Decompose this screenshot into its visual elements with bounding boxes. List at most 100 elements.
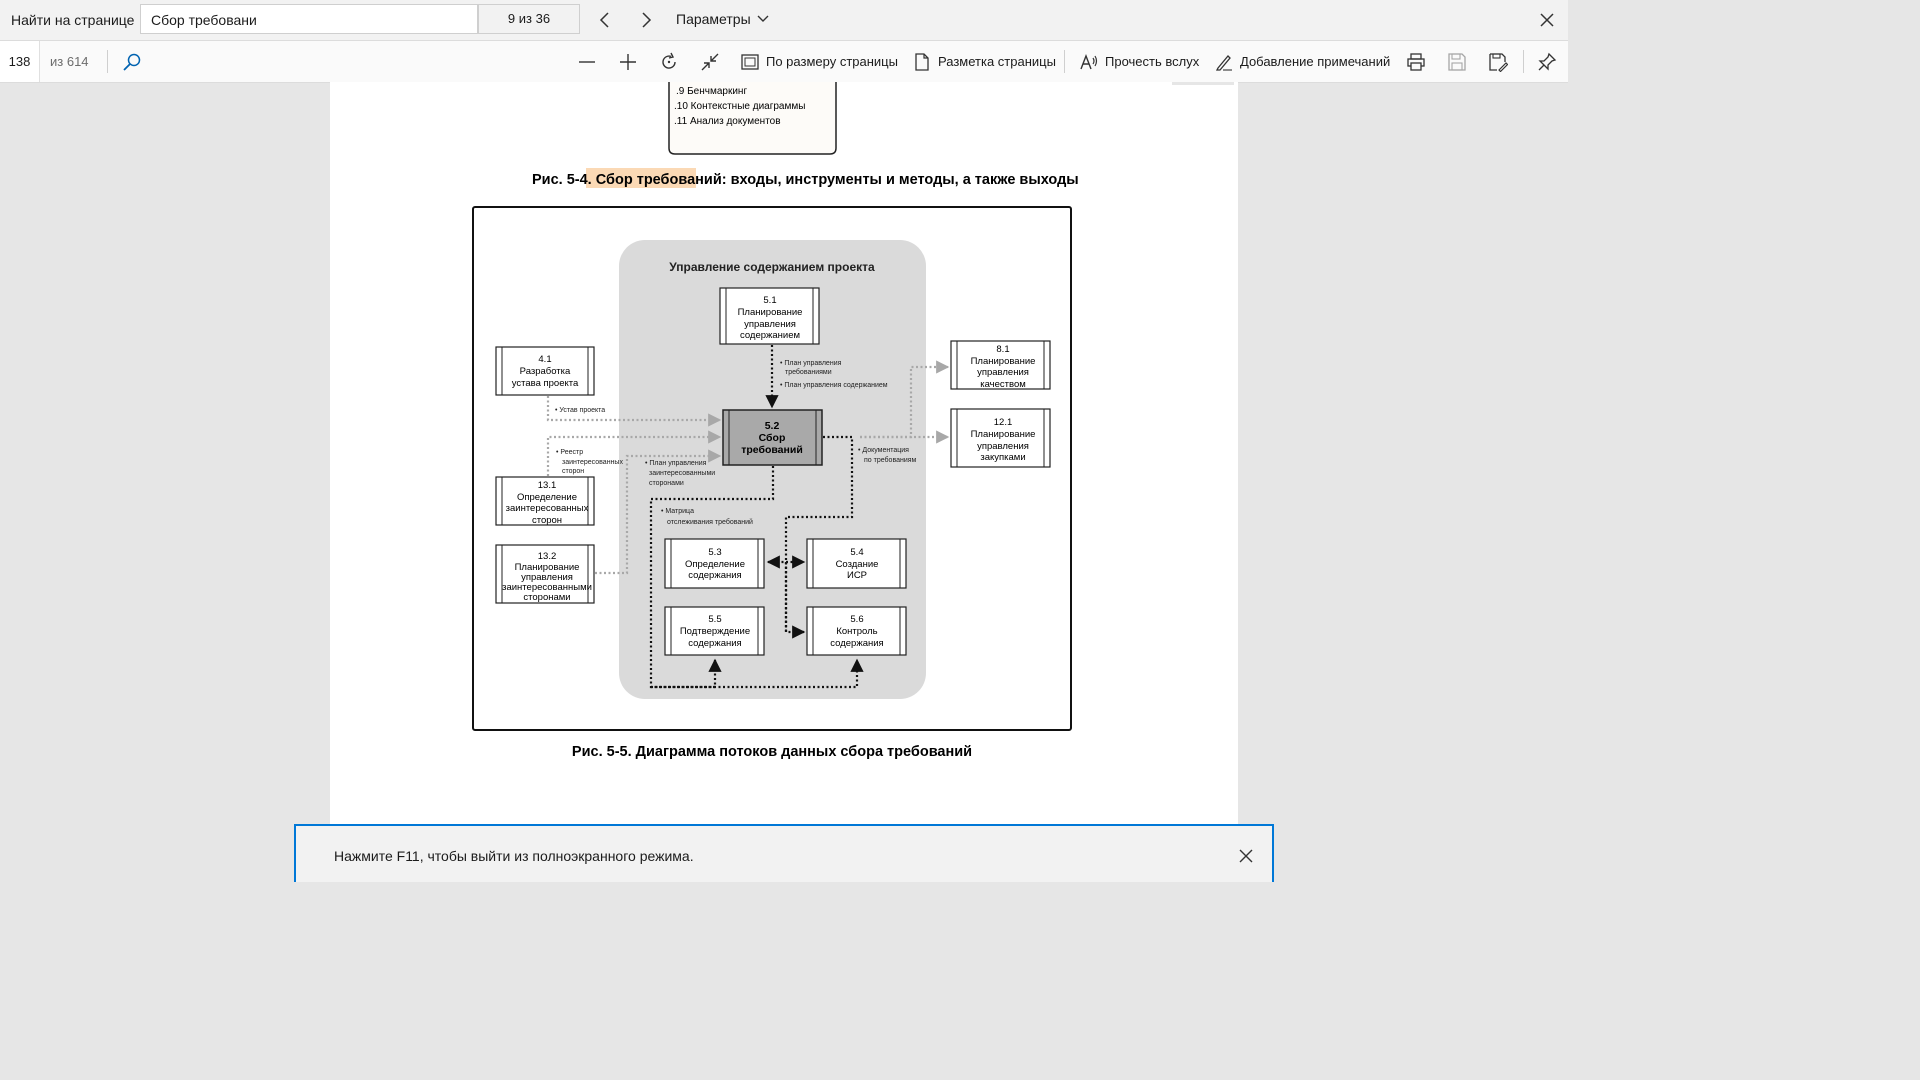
flow-label-register: сторон	[562, 468, 584, 475]
svg-text:требований: требований	[741, 444, 803, 456]
read-aloud-button[interactable]: Прочесть вслух	[1080, 41, 1199, 82]
plus-icon	[620, 53, 636, 70]
svg-text:8.1: 8.1	[996, 344, 1009, 355]
svg-text:5.6: 5.6	[850, 614, 863, 625]
flow-label-plans: • План управления содержанием	[780, 382, 888, 389]
previous-match-button[interactable]	[591, 6, 619, 34]
svg-text:Подтверждение: Подтверждение	[680, 626, 750, 637]
flow-label-stakeholder-plan: • План управления	[645, 460, 707, 467]
search-button[interactable]	[122, 41, 142, 82]
toolbar-divider	[107, 50, 108, 73]
process-box-4-1: 4.1 Разработка устава проекта	[495, 346, 595, 396]
svg-text:Определение: Определение	[517, 492, 577, 503]
process-box-12-1: 12.1 Планирование управления закупками	[950, 408, 1051, 468]
find-label: Найти на странице	[11, 12, 135, 28]
search-icon	[123, 53, 141, 71]
page-total: из 614	[50, 54, 89, 69]
print-icon	[1407, 52, 1425, 71]
read-aloud-label: Прочесть вслух	[1105, 54, 1200, 69]
flow-label-stakeholder-plan: сторонами	[649, 480, 684, 487]
fit-page-label: По размеру страницы	[766, 54, 898, 69]
flow-label-register: • Реестр	[556, 449, 583, 456]
process-box-5-4: 5.4 Создание ИСР	[806, 538, 907, 589]
page-figure-content: .9 Бенчмаркинг .10 Контекстные диаграммы…	[472, 82, 1079, 760]
flow-label-charter: • Устав проекта	[555, 407, 605, 414]
svg-text:12.1: 12.1	[994, 417, 1013, 428]
save-button[interactable]	[1447, 41, 1467, 82]
svg-text:сторонами: сторонами	[523, 592, 570, 603]
toolbar-divider	[1523, 50, 1524, 73]
svg-text:Определение: Определение	[685, 559, 745, 570]
svg-text:содержания: содержания	[830, 638, 883, 649]
read-aloud-icon	[1080, 53, 1098, 69]
process-box-8-1: 8.1 Планирование управления качеством	[950, 340, 1051, 390]
pin-toolbar-button[interactable]	[1537, 41, 1557, 82]
parameters-label: Параметры	[676, 11, 751, 27]
fit-page-icon	[741, 53, 759, 70]
svg-text:5.3: 5.3	[708, 547, 721, 558]
pen-icon	[1215, 54, 1232, 71]
process-box-5-2: 5.2 Сбор требований	[722, 409, 823, 466]
fit-toggle-button[interactable]	[700, 41, 720, 82]
pdf-toolbar: 138 из 614 По размеру страницы Разметка …	[0, 41, 1568, 83]
svg-text:закупками: закупками	[980, 452, 1025, 463]
svg-text:Сбор: Сбор	[759, 432, 786, 444]
svg-text:качеством: качеством	[980, 379, 1026, 390]
flow-label-docs: по требованиям	[864, 456, 917, 464]
svg-text:Разработка: Разработка	[520, 366, 571, 377]
flow-label-plans: • План управления	[780, 360, 842, 367]
svg-text:4.1: 4.1	[538, 354, 551, 365]
svg-text:содержанием: содержанием	[740, 330, 800, 341]
next-match-button[interactable]	[632, 6, 660, 34]
page-layout-button[interactable]: Разметка страницы	[913, 41, 1056, 82]
zoom-in-button[interactable]	[618, 41, 638, 82]
process-box-5-6: 5.6 Контроль содержания	[806, 606, 907, 656]
page-layout-label: Разметка страницы	[938, 54, 1056, 69]
flow-label-matrix: • Матрица	[661, 508, 694, 515]
svg-text:Планирование: Планирование	[971, 356, 1036, 367]
rotate-icon	[662, 52, 676, 69]
process-box-5-3: 5.3 Определение содержания	[664, 538, 765, 589]
add-notes-button[interactable]: Добавление примечаний	[1215, 41, 1390, 82]
fit-page-button[interactable]: По размеру страницы	[741, 41, 898, 82]
page-edge-mark	[1172, 82, 1234, 85]
figure-caption-1: Рис. 5-4. Сбор требований: входы, инстру…	[532, 172, 1079, 188]
flow-label-stakeholder-plan: заинтересованными	[649, 470, 715, 477]
flow-label-register: заинтересованных	[562, 459, 623, 466]
group-title: Управление содержанием проекта	[669, 260, 875, 274]
svg-text:Создание: Создание	[836, 559, 879, 570]
svg-text:содержания: содержания	[688, 638, 741, 649]
parameters-dropdown[interactable]: Параметры	[676, 11, 769, 27]
collapse-arrows-icon	[701, 53, 719, 70]
svg-text:5.4: 5.4	[850, 547, 863, 558]
flow-label-docs: • Документация	[858, 447, 909, 454]
svg-text:5.5: 5.5	[708, 614, 721, 625]
pin-icon	[1538, 52, 1557, 71]
page-number-input[interactable]: 138	[0, 41, 40, 82]
svg-text:13.1: 13.1	[538, 480, 557, 491]
svg-text:содержания: содержания	[688, 570, 741, 581]
chevron-left-icon	[599, 12, 609, 28]
svg-text:Планирование: Планирование	[971, 429, 1036, 440]
svg-text:Контроль: Контроль	[836, 626, 877, 637]
chevron-right-icon	[642, 12, 652, 28]
rotate-button[interactable]	[659, 41, 679, 82]
figure-caption-2: Рис. 5-5. Диаграмма потоков данных сбора…	[572, 744, 972, 760]
save-as-button[interactable]	[1488, 41, 1508, 82]
flow-label-plans: требованиями	[785, 368, 832, 376]
save-icon	[1448, 52, 1466, 71]
print-button[interactable]	[1406, 41, 1426, 82]
svg-text:13.2: 13.2	[538, 551, 557, 562]
process-box-13-1: 13.1 Определение заинтересованных сторон	[495, 476, 595, 526]
close-icon[interactable]	[1238, 848, 1254, 864]
top-box-item: .9 Бенчмаркинг	[676, 86, 747, 97]
process-box-5-1: 5.1 Планирование управления содержанием	[719, 287, 820, 345]
svg-text:заинтересованных: заинтересованных	[506, 503, 589, 514]
svg-text:5.2: 5.2	[765, 420, 780, 432]
zoom-out-button[interactable]	[577, 41, 597, 82]
close-find-icon[interactable]	[1535, 8, 1559, 32]
chevron-down-icon	[757, 15, 769, 22]
find-input[interactable]: Сбор требовани	[140, 4, 478, 34]
svg-text:управления: управления	[977, 441, 1029, 452]
top-box-item: .10 Контекстные диаграммы	[674, 101, 805, 112]
